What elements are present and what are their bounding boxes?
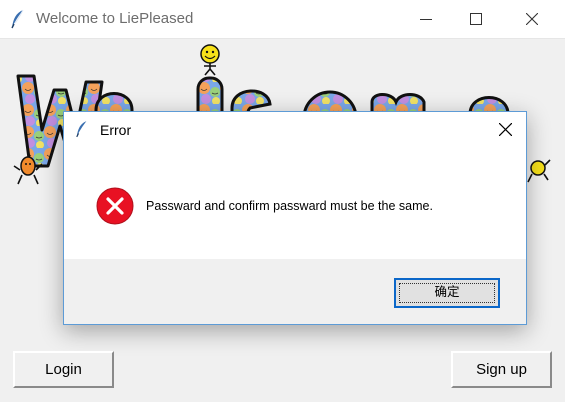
dialog-close-button[interactable] <box>486 112 526 147</box>
error-icon <box>96 187 134 225</box>
feather-icon <box>10 9 26 34</box>
dialog-title: Error <box>100 122 132 138</box>
close-icon <box>499 123 512 136</box>
dialog-footer: 确定 <box>64 259 526 324</box>
close-window-button[interactable] <box>509 0 555 38</box>
dialog-body: Passward and confirm passward must be th… <box>64 147 526 259</box>
maximize-icon <box>470 13 482 25</box>
mascot-right <box>527 159 551 183</box>
maximize-button[interactable] <box>453 0 499 38</box>
ok-button[interactable]: 确定 <box>394 278 500 308</box>
minimize-button[interactable] <box>403 0 449 38</box>
login-button[interactable]: Login <box>13 351 114 388</box>
window-titlebar: Welcome to LiePleased <box>0 0 565 39</box>
smiley-mascot-top <box>200 44 220 76</box>
dialog-titlebar: Error <box>64 112 526 147</box>
signup-button[interactable]: Sign up <box>451 351 552 388</box>
error-message: Passward and confirm passward must be th… <box>146 199 433 213</box>
feather-icon <box>75 120 89 143</box>
minimize-icon <box>420 19 432 20</box>
window-title: Welcome to LiePleased <box>36 10 194 27</box>
close-icon <box>526 13 538 25</box>
error-dialog: Error Passward and confirm passward must… <box>63 111 527 325</box>
